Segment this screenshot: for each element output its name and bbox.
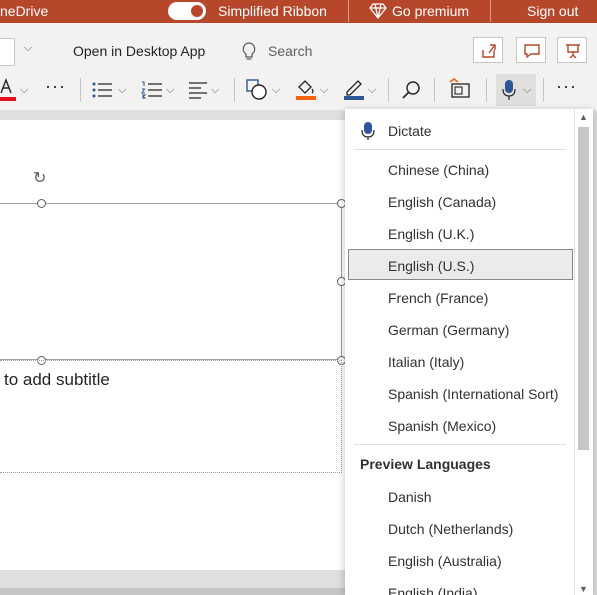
toggle-knob: [191, 5, 203, 17]
chevron-down-icon[interactable]: ⌵: [118, 84, 126, 97]
language-item-spanish-international[interactable]: Spanish (International Sort): [388, 386, 558, 402]
chevron-down-icon[interactable]: ⌵: [20, 84, 28, 97]
shape-outline-icon[interactable]: [343, 77, 365, 101]
resize-handle[interactable]: [37, 199, 46, 208]
app-name: neDrive: [0, 3, 49, 19]
shapes-icon[interactable]: [246, 79, 268, 101]
ribbon-toolbar: ⌵ ··· ⌵ ⌵ ⌵ ⌵ ⌵ ⌵ ⌵ ···: [0, 72, 597, 108]
diamond-icon[interactable]: [369, 2, 387, 20]
share-button[interactable]: [473, 37, 503, 63]
dictate-split-button[interactable]: ⌵: [496, 74, 536, 106]
numbering-icon[interactable]: [141, 81, 163, 99]
ribbon-divider: [234, 78, 235, 102]
ribbon-divider: [80, 78, 81, 102]
scroll-up-icon[interactable]: ▲: [579, 112, 588, 122]
simplified-ribbon-toggle[interactable]: [168, 2, 206, 20]
command-bar: ⌵ Open in Desktop App Search: [0, 32, 597, 70]
language-item-english-canada[interactable]: English (Canada): [388, 194, 496, 210]
horizontal-scrollbar[interactable]: [0, 588, 345, 595]
chevron-down-icon[interactable]: ⌵: [368, 84, 376, 97]
chevron-down-icon[interactable]: ⌵: [24, 42, 32, 55]
designer-icon[interactable]: [449, 78, 471, 100]
find-icon[interactable]: [401, 80, 421, 100]
slide[interactable]: ↻ to add subtitle: [0, 120, 346, 570]
title-bar: neDrive Simplified Ribbon Go premium Sig…: [0, 0, 597, 23]
lightbulb-icon[interactable]: [242, 42, 256, 62]
presentation-icon: [566, 44, 580, 59]
menu-divider: [354, 444, 566, 445]
chevron-down-icon[interactable]: ⌵: [523, 84, 531, 97]
title-placeholder[interactable]: [0, 203, 342, 360]
align-icon[interactable]: [188, 81, 208, 99]
more-options-icon[interactable]: ···: [45, 76, 66, 97]
language-item-french-france[interactable]: French (France): [388, 290, 488, 306]
language-item-chinese-china[interactable]: Chinese (China): [388, 162, 489, 178]
font-color-swatch: [0, 97, 16, 101]
dictate-menu-item[interactable]: Dictate: [388, 123, 432, 139]
language-item-english-us[interactable]: English (U.S.): [388, 258, 474, 274]
open-in-desktop-app-button[interactable]: Open in Desktop App: [73, 43, 205, 59]
chevron-down-icon[interactable]: ⌵: [211, 84, 219, 97]
language-item-italian-italy[interactable]: Italian (Italy): [388, 354, 464, 370]
present-button[interactable]: [557, 37, 587, 63]
language-item-english-india[interactable]: English (India): [388, 585, 478, 595]
language-item-english-uk[interactable]: English (U.K.): [388, 226, 474, 242]
go-premium-link[interactable]: Go premium: [392, 3, 469, 19]
ribbon-divider: [388, 78, 389, 102]
comments-button[interactable]: [516, 37, 546, 63]
comment-icon: [524, 44, 540, 59]
ribbon-divider: [434, 78, 435, 102]
language-item-spanish-mexico[interactable]: Spanish (Mexico): [388, 418, 496, 434]
share-icon: [482, 44, 496, 58]
file-name-box[interactable]: [0, 38, 15, 66]
title-divider: [348, 0, 349, 22]
language-item-dutch-netherlands[interactable]: Dutch (Netherlands): [388, 521, 513, 537]
title-divider: [490, 0, 491, 22]
language-item-german-germany[interactable]: German (Germany): [388, 322, 509, 338]
microphone-icon: [361, 122, 375, 140]
rotate-handle-icon[interactable]: ↻: [33, 168, 46, 188]
search-box[interactable]: Search: [268, 43, 312, 59]
sign-out-link[interactable]: Sign out: [527, 3, 578, 19]
outline-color-swatch: [344, 96, 364, 100]
simplified-ribbon-label[interactable]: Simplified Ribbon: [218, 3, 327, 19]
chevron-down-icon[interactable]: ⌵: [166, 84, 174, 97]
bullets-icon[interactable]: [92, 81, 114, 99]
subtitle-placeholder-text[interactable]: to add subtitle: [4, 370, 110, 390]
font-color-icon[interactable]: [0, 78, 18, 102]
menu-divider: [354, 149, 566, 150]
preview-languages-header: Preview Languages: [360, 456, 491, 472]
shape-fill-icon[interactable]: [295, 77, 317, 101]
scrollbar-thumb[interactable]: [578, 127, 589, 450]
chevron-down-icon[interactable]: ⌵: [320, 84, 328, 97]
menu-scrollbar[interactable]: ▲ ▼: [574, 109, 593, 595]
dictate-language-menu: Dictate Chinese (China) English (Canada)…: [345, 109, 593, 595]
language-item-english-australia[interactable]: English (Australia): [388, 553, 502, 569]
more-options-icon[interactable]: ···: [556, 76, 577, 97]
scroll-down-icon[interactable]: ▼: [579, 584, 588, 594]
chevron-down-icon[interactable]: ⌵: [272, 84, 280, 97]
language-item-danish[interactable]: Danish: [388, 489, 432, 505]
ribbon-divider: [543, 78, 544, 102]
fill-color-swatch: [296, 96, 316, 100]
ribbon-divider: [486, 78, 487, 102]
microphone-icon[interactable]: [502, 79, 516, 101]
